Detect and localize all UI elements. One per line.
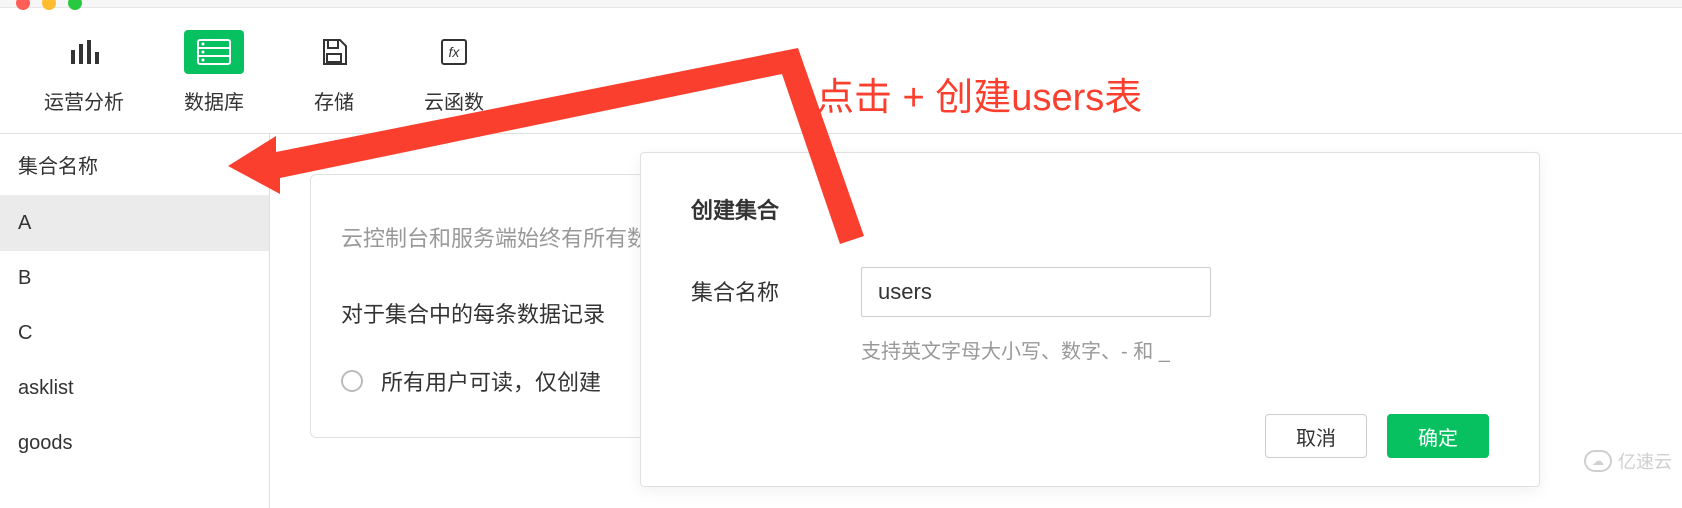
tab-storage[interactable]: 存储	[304, 30, 364, 115]
database-icon	[184, 30, 244, 74]
radio-icon	[341, 370, 363, 392]
tab-label: 数据库	[184, 86, 244, 115]
watermark: ☁ 亿速云	[1584, 448, 1672, 474]
collection-item[interactable]: goods	[0, 416, 269, 471]
function-icon: fx	[424, 30, 484, 74]
window-titlebar	[0, 0, 1682, 8]
permission-option-label: 所有用户可读，仅创建	[381, 365, 601, 397]
sidebar-title: 集合名称	[18, 150, 98, 179]
modal-actions: 取消 确定	[691, 414, 1489, 458]
svg-text:fx: fx	[449, 44, 461, 60]
collection-item[interactable]: C	[0, 306, 269, 361]
watermark-text: 亿速云	[1618, 448, 1672, 474]
tab-label: 云函数	[424, 86, 484, 115]
save-icon	[304, 30, 364, 74]
cloud-icon: ☁	[1584, 450, 1612, 472]
collection-item[interactable]: A	[0, 196, 269, 251]
modal-field-row: 集合名称 支持英文字母大小写、数字、- 和 _	[691, 267, 1489, 364]
tab-analytics[interactable]: 运营分析	[44, 30, 124, 115]
minimize-window-icon[interactable]	[42, 0, 56, 10]
maximize-window-icon[interactable]	[68, 0, 82, 10]
collection-item[interactable]: asklist	[0, 361, 269, 416]
traffic-lights	[16, 0, 82, 10]
create-collection-modal: 创建集合 集合名称 支持英文字母大小写、数字、- 和 _ 取消 确定	[640, 152, 1540, 487]
cancel-button[interactable]: 取消	[1265, 414, 1367, 458]
sidebar: 集合名称 + A B C asklist goods	[0, 134, 270, 508]
modal-hint: 支持英文字母大小写、数字、- 和 _	[861, 335, 1211, 364]
tab-database[interactable]: 数据库	[184, 30, 244, 115]
close-window-icon[interactable]	[16, 0, 30, 10]
sidebar-header: 集合名称 +	[0, 134, 269, 196]
collection-item[interactable]: B	[0, 251, 269, 306]
modal-title: 创建集合	[691, 193, 1489, 225]
tab-label: 存储	[314, 86, 354, 115]
tab-label: 运营分析	[44, 86, 124, 115]
annotation-text: 点击 + 创建users表	[816, 66, 1142, 121]
collection-name-input[interactable]	[861, 267, 1211, 317]
add-collection-button[interactable]: +	[236, 152, 251, 178]
chart-bar-icon	[54, 30, 114, 74]
tab-cloud-function[interactable]: fx 云函数	[424, 30, 484, 115]
modal-field-label: 集合名称	[691, 267, 779, 307]
confirm-button[interactable]: 确定	[1387, 414, 1489, 458]
